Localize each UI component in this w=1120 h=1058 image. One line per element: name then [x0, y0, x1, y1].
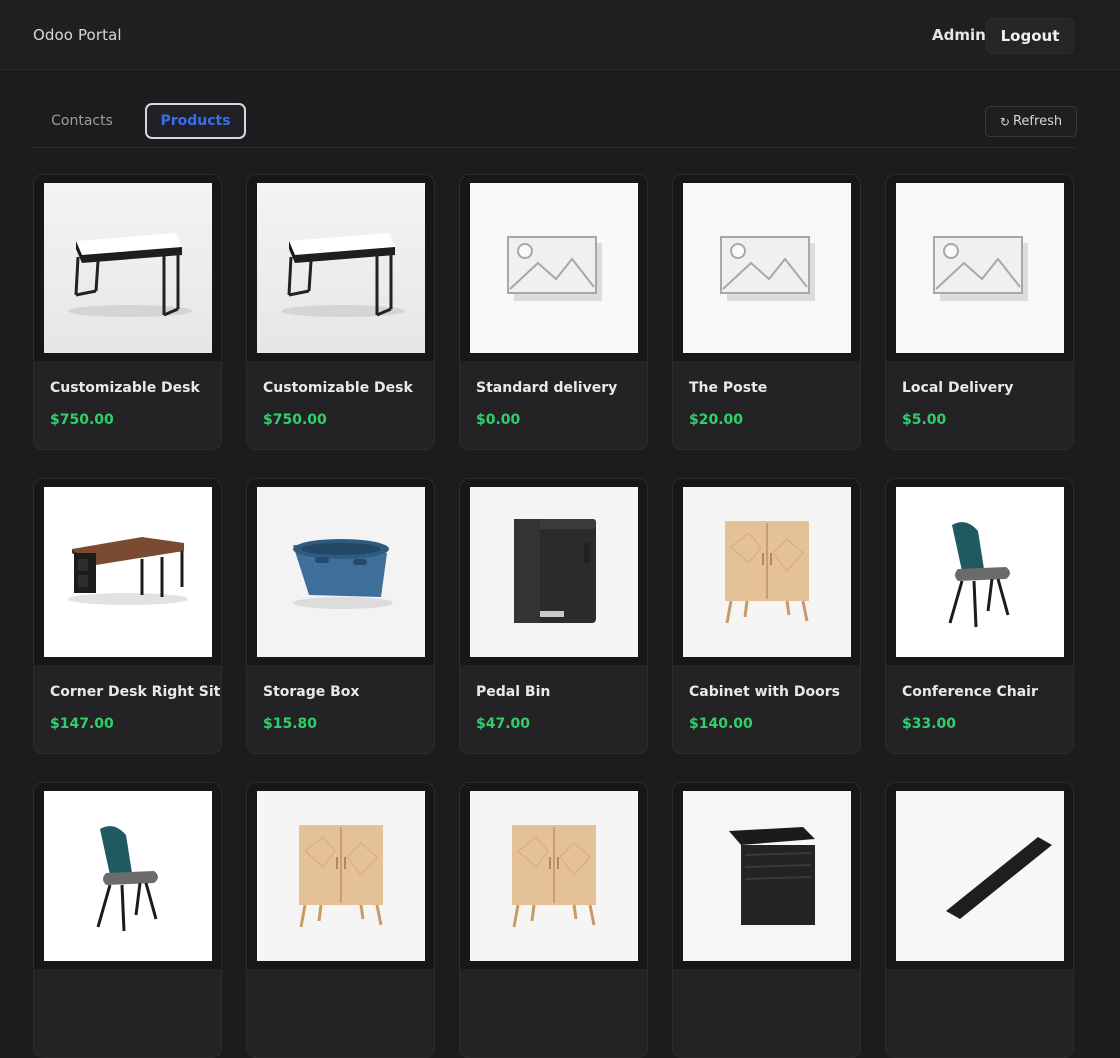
product-price: $5.00: [902, 412, 947, 428]
product-price: $0.00: [476, 412, 521, 428]
product-image-frame: [34, 479, 221, 665]
product-card[interactable]: [459, 782, 648, 1058]
product-image-frame: [886, 479, 1073, 665]
product-card[interactable]: Customizable Desk $750.00: [33, 174, 222, 450]
corner-desk-icon: [44, 487, 212, 657]
product-name: Corner Desk Right Sit: [50, 684, 221, 700]
chair-icon: [896, 487, 1064, 657]
product-price: $47.00: [476, 716, 531, 732]
drawer-icon: [683, 791, 851, 961]
tab-contacts[interactable]: Contacts: [36, 103, 128, 139]
placeholder-image-icon: [896, 183, 1064, 353]
product-image-frame: [34, 783, 221, 969]
product-image-frame: [673, 175, 860, 361]
desk-icon: [257, 183, 425, 353]
cabinet-icon: [470, 791, 638, 961]
desk-top-icon: [896, 791, 1064, 961]
product-card[interactable]: [33, 782, 222, 1058]
product-price: $140.00: [689, 716, 753, 732]
product-name: Standard delivery: [476, 380, 618, 396]
product-name: Pedal Bin: [476, 684, 551, 700]
product-price: $750.00: [263, 412, 327, 428]
product-name: Conference Chair: [902, 684, 1038, 700]
product-card[interactable]: Local Delivery $5.00: [885, 174, 1074, 450]
refresh-label: Refresh: [1012, 114, 1063, 129]
product-card[interactable]: The Poste $20.00: [672, 174, 861, 450]
product-name: Customizable Desk: [50, 380, 200, 396]
product-price: $750.00: [50, 412, 114, 428]
product-name: Cabinet with Doors: [689, 684, 840, 700]
placeholder-image-icon: [683, 183, 851, 353]
product-price: $15.80: [263, 716, 318, 732]
brand-title[interactable]: Odoo Portal: [33, 26, 122, 44]
top-navbar: Odoo Portal Admin Logout: [0, 0, 1120, 70]
product-card[interactable]: Storage Box $15.80: [246, 478, 435, 754]
cabinet-icon: [683, 487, 851, 657]
product-card[interactable]: [885, 782, 1074, 1058]
product-price: $20.00: [689, 412, 744, 428]
product-image-frame: [247, 783, 434, 969]
product-price: $147.00: [50, 716, 114, 732]
product-name: Local Delivery: [902, 380, 1014, 396]
product-card[interactable]: [246, 782, 435, 1058]
refresh-icon: ↻: [999, 114, 1010, 129]
product-image-frame: [460, 175, 647, 361]
placeholder-image-icon: [470, 183, 638, 353]
product-image-frame: [460, 783, 647, 969]
product-card[interactable]: Conference Chair $33.00: [885, 478, 1074, 754]
user-name: Admin: [932, 26, 986, 44]
product-card[interactable]: Cabinet with Doors $140.00: [672, 478, 861, 754]
product-image-frame: [460, 479, 647, 665]
product-card[interactable]: [672, 782, 861, 1058]
tabs-divider: [33, 147, 1077, 148]
product-image-frame: [673, 479, 860, 665]
product-card[interactable]: Corner Desk Right Sit $147.00: [33, 478, 222, 754]
product-card[interactable]: Customizable Desk $750.00: [246, 174, 435, 450]
pedal-bin-icon: [470, 487, 638, 657]
product-price: $33.00: [902, 716, 957, 732]
product-card[interactable]: Standard delivery $0.00: [459, 174, 648, 450]
product-image-frame: [247, 175, 434, 361]
desk-icon: [44, 183, 212, 353]
main-content: Contacts Products ↻ Refresh Customizable…: [0, 71, 1120, 1058]
product-image-frame: [247, 479, 434, 665]
product-name: Storage Box: [263, 684, 360, 700]
refresh-button[interactable]: ↻ Refresh: [985, 106, 1077, 137]
product-grid: Customizable Desk $750.00 Customizable Des…: [33, 174, 1077, 1058]
storage-box-icon: [257, 487, 425, 657]
product-name: The Poste: [689, 380, 768, 396]
product-image-frame: [886, 783, 1073, 969]
chair-icon: [44, 791, 212, 961]
logout-button[interactable]: Logout: [986, 18, 1074, 54]
cabinet-icon: [257, 791, 425, 961]
product-card[interactable]: Pedal Bin $47.00: [459, 478, 648, 754]
tab-products[interactable]: Products: [145, 103, 246, 139]
product-name: Customizable Desk: [263, 380, 413, 396]
product-image-frame: [673, 783, 860, 969]
product-image-frame: [34, 175, 221, 361]
product-image-frame: [886, 175, 1073, 361]
